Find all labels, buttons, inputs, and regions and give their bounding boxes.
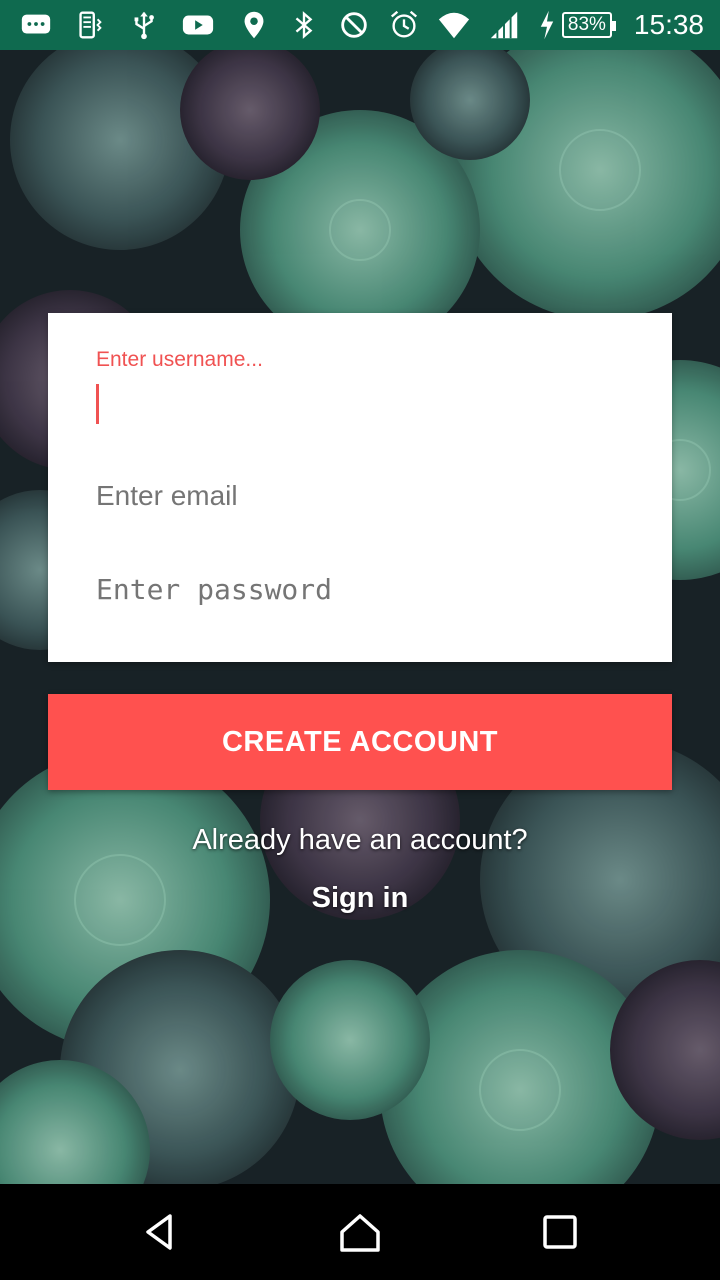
usb-icon	[126, 7, 162, 43]
signal-icon	[486, 7, 522, 43]
recent-apps-icon	[543, 1215, 577, 1249]
email-field[interactable]	[96, 480, 616, 512]
message-icon	[18, 7, 54, 43]
create-account-button[interactable]: CREATE ACCOUNT	[48, 694, 672, 790]
status-bar-left	[18, 0, 216, 50]
wifi-icon	[436, 7, 472, 43]
charging-icon	[536, 7, 558, 43]
password-field[interactable]	[96, 573, 616, 606]
username-input-cursor[interactable]	[96, 384, 99, 424]
username-label: Enter username...	[96, 348, 263, 371]
status-bar-right: 83% 15:38	[236, 0, 704, 50]
clock: 15:38	[633, 9, 704, 40]
bluetooth-icon	[286, 7, 322, 43]
youtube-icon	[180, 7, 216, 43]
recent-apps-button[interactable]	[500, 1184, 620, 1280]
battery-indicator: 83%	[536, 7, 616, 43]
sign-in-link[interactable]: Sign in	[0, 882, 720, 915]
do-not-disturb-icon	[336, 7, 372, 43]
status-bar: 83% 15:38	[0, 0, 720, 50]
navigation-bar	[0, 1184, 720, 1280]
back-icon	[146, 1214, 172, 1250]
signup-form-card: Enter username...	[48, 313, 672, 662]
battery-percent: 83%	[561, 12, 616, 38]
location-icon	[236, 7, 272, 43]
vibrate-icon	[72, 7, 108, 43]
already-have-account-text: Already have an account?	[192, 824, 528, 856]
home-icon	[340, 1214, 380, 1252]
home-button[interactable]	[300, 1184, 420, 1280]
alarm-icon	[386, 7, 422, 43]
back-button[interactable]	[100, 1184, 220, 1280]
